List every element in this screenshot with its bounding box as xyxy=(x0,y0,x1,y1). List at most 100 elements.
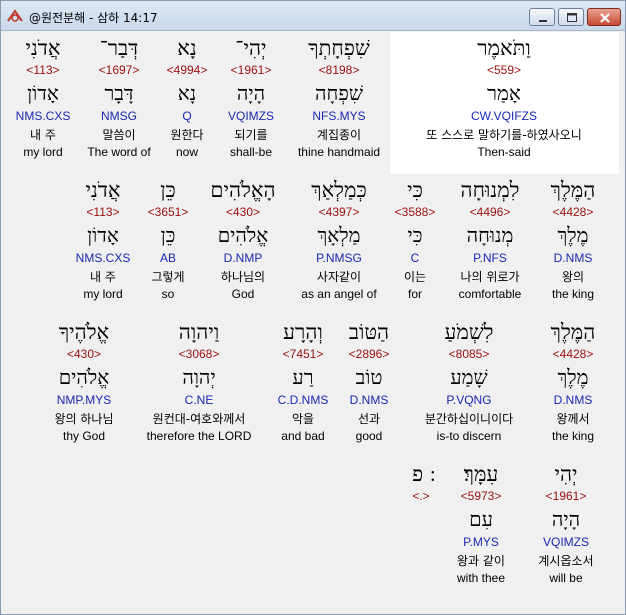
word-block[interactable]: הַטּוֹב <2896> טוֹב D.NMS 선과 good xyxy=(341,319,397,445)
english-translation: therefore the LORD xyxy=(146,429,252,443)
strong-number: <4397> xyxy=(318,205,360,219)
english-translation: comfortable xyxy=(458,287,522,301)
english-translation: the king xyxy=(551,429,595,443)
strong-number: <4496> xyxy=(469,205,511,219)
korean-translation: 또 스스로 말하기를-하였사오니 xyxy=(426,128,582,142)
word-block[interactable]: ׃ פ <.> xyxy=(405,461,437,505)
hebrew-lemma: טוֹב xyxy=(355,365,383,389)
morphology-code: VQIMZS xyxy=(542,535,589,549)
strong-number: <3068> xyxy=(178,347,220,361)
word-block[interactable]: אֲדֹנִי <113> אָדוֹן NMS.CXS 내 주 my lord xyxy=(7,35,79,161)
korean-translation: 악을 xyxy=(291,412,315,426)
minimize-button[interactable] xyxy=(529,8,555,26)
word-block[interactable]: וְהָרָע <7451> רַע C.D.NMS 악을 and bad xyxy=(269,319,337,445)
strong-number: <8198> xyxy=(318,63,360,77)
word-block[interactable]: הַמֶּלֶךְ <4428> מֶלֶךְ D.NMS 왕의 the kin… xyxy=(541,177,605,303)
strong-number: <1961> xyxy=(230,63,272,77)
korean-translation: 내 주 xyxy=(30,128,56,142)
english-translation: with thee xyxy=(456,571,506,585)
word-block[interactable]: יְהִי <1961> הָיָה VQIMZS 계시옵소서 will be xyxy=(527,461,605,587)
morphology-code: C.NE xyxy=(184,393,214,407)
hebrew-lemma: מְנוּחָה xyxy=(466,223,514,247)
hebrew-word: וַתֹּאמֶר xyxy=(477,36,531,60)
hebrew-word: דְּבַר־ xyxy=(99,36,139,60)
english-translation: as an angel of xyxy=(301,287,377,301)
word-block[interactable]: דְּבַר־ <1697> דָּבָר NMSG 말씀이 The word … xyxy=(79,35,159,161)
korean-translation: 분간하십이니이다 xyxy=(424,412,514,426)
morphology-code: NMP.MYS xyxy=(56,393,112,407)
english-translation: so xyxy=(161,287,175,301)
hebrew-word: כְּמַלְאַךְ xyxy=(311,178,367,202)
hebrew-lemma: מֶלֶךְ xyxy=(557,223,589,247)
strong-number: <1961> xyxy=(545,489,587,503)
word-block[interactable]: שִׁפְחָתְךָ <8198> שִׁפְחָה NFS.MYS 계집종이… xyxy=(289,35,389,161)
word-block[interactable]: הַמֶּלֶךְ <4428> מֶלֶךְ D.NMS 왕께서 the ki… xyxy=(539,319,607,445)
hebrew-lemma: אָדוֹן xyxy=(87,223,119,247)
korean-translation: 말씀이 xyxy=(102,128,136,142)
english-translation: now xyxy=(175,145,198,159)
hebrew-lemma: הָיָה xyxy=(551,507,581,531)
morphology-code: NFS.MYS xyxy=(312,109,366,123)
hebrew-lemma: נָא xyxy=(177,81,197,105)
app-logo-icon xyxy=(6,8,24,24)
strong-number: <4994> xyxy=(166,63,208,77)
morphology-code: NMSG xyxy=(101,109,137,123)
hebrew-word: לִמְנוּחָה xyxy=(460,178,520,202)
hebrew-word: אֱלֹהֶיךָ xyxy=(58,320,110,344)
strong-number: <113> xyxy=(26,63,60,77)
hebrew-word: אֲדֹנִי xyxy=(25,36,61,60)
english-translation: thine handmaid xyxy=(297,145,381,159)
korean-translation: 나의 위로가 xyxy=(460,270,520,284)
korean-translation: 되기를 xyxy=(234,128,268,142)
hebrew-word: הָאֱלֹהִים xyxy=(210,178,276,202)
word-block[interactable]: כְּמַלְאַךְ <4397> מַלְאָךְ P.NMSG 사자같이 … xyxy=(289,177,389,303)
korean-translation: 원한다 xyxy=(170,128,204,142)
korean-translation: 왕과 같이 xyxy=(457,554,505,568)
korean-translation: 그렇게 xyxy=(151,270,185,284)
word-block[interactable]: כִּי <3588> כִּי C 이는 for xyxy=(391,177,439,303)
hebrew-word: יְהִי־ xyxy=(235,36,267,60)
morphology-code: Q xyxy=(182,109,192,123)
hebrew-word: שִׁפְחָתְךָ xyxy=(308,36,370,60)
word-block[interactable]: יְהִי־ <1961> הָיָה VQIMZS 되기를 shall-be xyxy=(215,35,287,161)
morphology-code: C xyxy=(410,251,420,265)
maximize-button[interactable] xyxy=(558,8,584,26)
word-block-selected[interactable]: וַתֹּאמֶר <559> אָמַר CW.VQIFZS 또 스스로 말하… xyxy=(391,35,617,161)
hebrew-lemma: כֵּן xyxy=(160,223,176,247)
hebrew-lemma: אָמַר xyxy=(487,81,521,105)
word-block[interactable]: כֵּן <3651> כֵּן AB 그렇게 so xyxy=(143,177,193,303)
word-block[interactable]: אֲדֹנִי <113> אָדוֹן NMS.CXS 내 주 my lord xyxy=(71,177,135,303)
title-bar[interactable]: @원전분해 - 삼하 14:17 xyxy=(1,1,625,31)
english-translation: my lord xyxy=(23,145,63,159)
strong-number: <3588> xyxy=(394,205,436,219)
english-translation: The word of xyxy=(87,145,151,159)
english-translation: my lord xyxy=(83,287,123,301)
word-block[interactable]: הָאֱלֹהִים <430> אֱלֹהִים D.NMP 하나님의 God xyxy=(199,177,287,303)
word-block[interactable]: עִמָּךְ׃ <5973> עִם P.MYS 왕과 같이 with the… xyxy=(441,461,521,587)
word-block[interactable]: וַיהוָה <3068> יְהוָה C.NE 원컨대-여호와께서 the… xyxy=(133,319,265,445)
english-translation: for xyxy=(407,287,422,301)
word-block[interactable]: לִמְנוּחָה <4496> מְנוּחָה P.NFS 나의 위로가 … xyxy=(445,177,535,303)
hebrew-lemma: אֱלֹהִים xyxy=(58,365,110,389)
word-block[interactable]: לִשְׁמֹעַ <8085> שָׁמַע P.VQNG 분간하십이니이다 … xyxy=(405,319,533,445)
english-translation: thy God xyxy=(62,429,106,443)
word-block[interactable]: נָא <4994> נָא Q 원한다 now xyxy=(159,35,215,161)
korean-translation: 사자같이 xyxy=(316,270,362,284)
hebrew-word: ׃ פ xyxy=(412,462,430,486)
korean-translation: 왕의 하나님 xyxy=(54,412,114,426)
morphology-code: P.NFS xyxy=(473,251,507,265)
close-button[interactable] xyxy=(587,8,621,26)
hebrew-lemma: עִם xyxy=(469,507,493,531)
hebrew-lemma: דָּבָר xyxy=(104,81,134,105)
morphology-code: D.NMS xyxy=(349,393,389,407)
morphology-code: D.NMS xyxy=(553,393,593,407)
hebrew-lemma: אָדוֹן xyxy=(27,81,59,105)
word-block[interactable]: אֱלֹהֶיךָ <430> אֱלֹהִים NMP.MYS 왕의 하나님 … xyxy=(37,319,131,445)
english-translation: and bad xyxy=(281,429,325,443)
morphology-code: NMS.CXS xyxy=(15,109,71,123)
hebrew-word: כִּי xyxy=(407,178,423,202)
english-translation: the king xyxy=(551,287,595,301)
strong-number: <4428> xyxy=(552,347,594,361)
strong-number: <430> xyxy=(66,347,102,361)
hebrew-lemma: שִׁפְחָה xyxy=(315,81,363,105)
